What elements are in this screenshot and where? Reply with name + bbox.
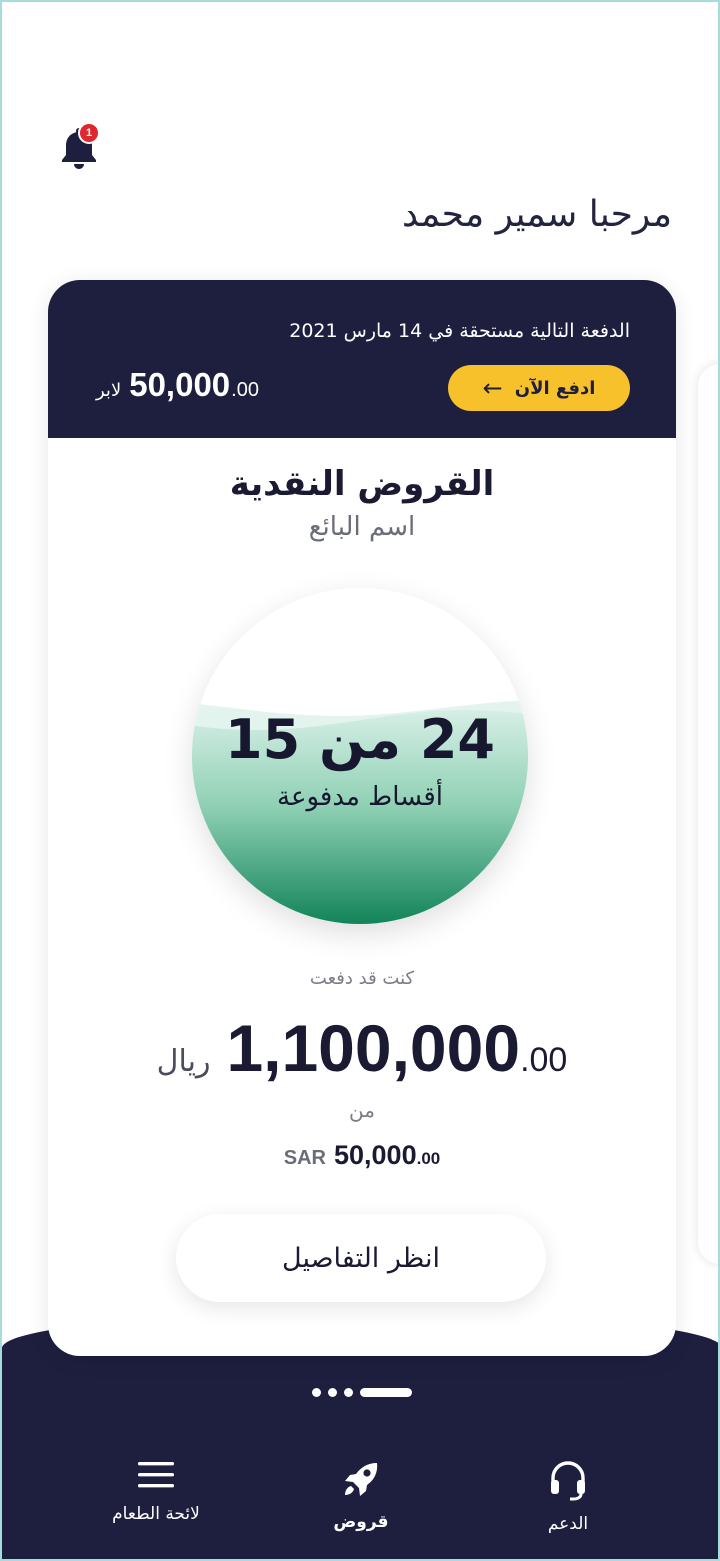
payment-currency: لابر xyxy=(96,380,122,401)
nav-support-label: الدعم xyxy=(547,1514,589,1534)
headset-icon xyxy=(551,1461,585,1501)
payment-amount-whole: 50,000 xyxy=(129,366,231,403)
vendor-name: اسم البائع xyxy=(308,512,416,542)
rocket-icon xyxy=(345,1463,378,1496)
total-amount-currency: SAR xyxy=(283,1147,326,1169)
nav-menu[interactable]: لائحة الطعام xyxy=(81,1458,231,1524)
pay-now-label: ادفع الآن xyxy=(514,377,596,399)
nav-loans-label: قروض xyxy=(333,1512,389,1532)
pager-dot[interactable] xyxy=(312,1388,321,1397)
pager-active-indicator[interactable] xyxy=(360,1388,412,1397)
app-screen: 1 مرحبا سمير محمد الدفعة التالية مستحقة … xyxy=(0,0,720,1561)
installments-label: أقساط مدفوعة xyxy=(277,782,443,812)
of-total-label: من xyxy=(349,1098,375,1122)
amount-paid-whole: 1,100,000 xyxy=(226,1011,521,1085)
arrow-left-icon: ← xyxy=(482,374,503,402)
greeting-title: مرحبا سمير محمد xyxy=(401,194,672,235)
loan-type-title: القروض النقدية xyxy=(229,464,495,504)
pager-dot[interactable] xyxy=(328,1388,337,1397)
notification-badge: 1 xyxy=(78,122,100,144)
amount-paid: ريال 1,100,000 .00 xyxy=(48,1010,676,1086)
next-loan-card[interactable] xyxy=(698,364,718,1264)
nav-menu-label: لائحة الطعام xyxy=(112,1504,200,1524)
amount-paid-decimal: .00 xyxy=(520,1041,568,1079)
pay-now-button[interactable]: ادفع الآن ← xyxy=(448,365,630,411)
payment-banner: الدفعة التالية مستحقة في 14 مارس 2021 اد… xyxy=(48,280,676,438)
loan-card: الدفعة التالية مستحقة في 14 مارس 2021 اد… xyxy=(48,280,676,1356)
total-amount-decimal: .00 xyxy=(416,1149,441,1168)
card-pager[interactable] xyxy=(312,1388,412,1397)
payment-amount-decimal: .00 xyxy=(231,379,259,401)
installments-count: 24 من 15 xyxy=(225,708,495,771)
installments-progress-circle: 24 من 15 أقساط مدفوعة xyxy=(192,588,528,924)
pager-dot[interactable] xyxy=(344,1388,353,1397)
total-amount: SAR 50,000 .00 xyxy=(48,1140,676,1171)
next-payment-amount: لابر 50,000 .00 xyxy=(96,366,259,404)
next-payment-due-text: الدفعة التالية مستحقة في 14 مارس 2021 xyxy=(289,320,630,342)
view-details-button[interactable]: انظر التفاصيل xyxy=(176,1214,546,1302)
total-amount-whole: 50,000 xyxy=(334,1140,417,1170)
amount-paid-currency: ريال xyxy=(156,1044,211,1079)
hamburger-menu-icon xyxy=(138,1462,174,1488)
nav-loans[interactable]: قروض xyxy=(286,1458,436,1532)
nav-support[interactable]: الدعم xyxy=(493,1458,643,1534)
amount-paid-label: كنت قد دفعت xyxy=(309,968,415,989)
notifications-bell[interactable]: 1 xyxy=(54,122,100,176)
